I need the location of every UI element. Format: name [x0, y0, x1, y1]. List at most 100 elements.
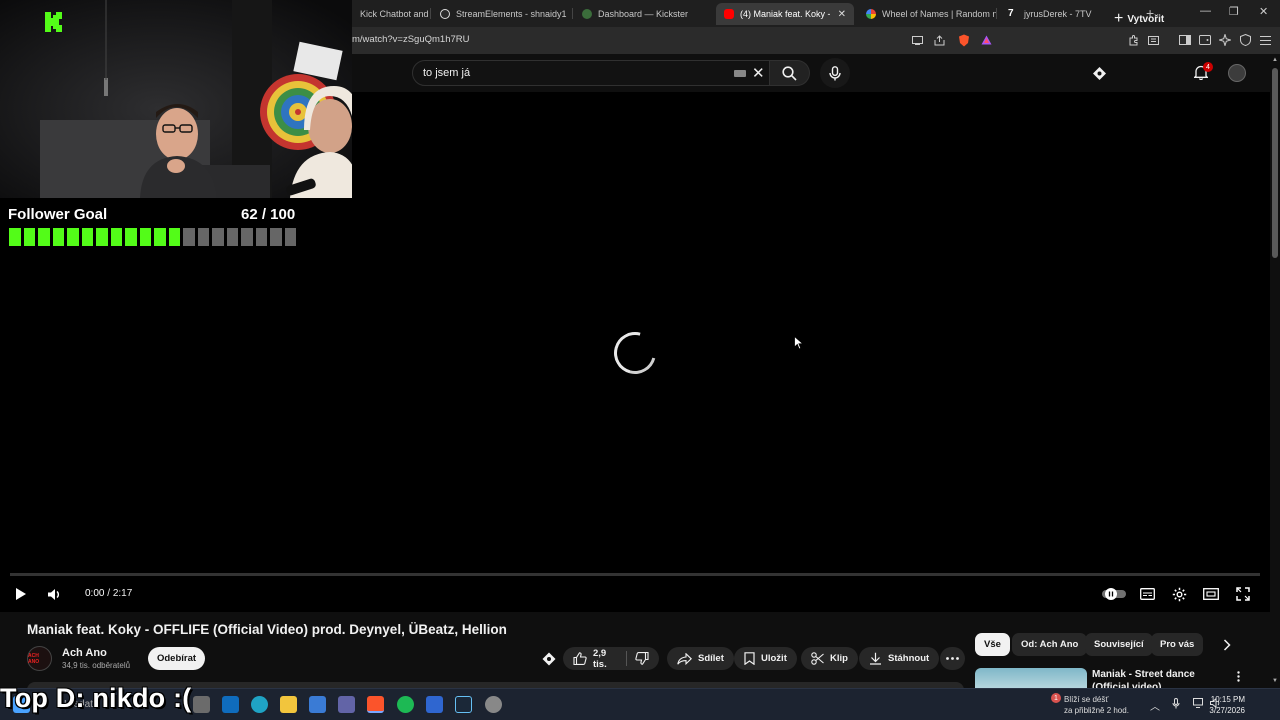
- goal-segment: [255, 228, 267, 246]
- tab-kickster-dashboard[interactable]: Dashboard — Kickster: [574, 3, 714, 25]
- extensions-icon[interactable]: [1126, 33, 1140, 47]
- follower-goal-count: 62 / 100: [241, 206, 296, 223]
- share-label: Sdílet: [698, 653, 724, 664]
- cast-to-tv-icon[interactable]: [1090, 64, 1108, 82]
- vpn-shield-icon[interactable]: [1238, 33, 1252, 47]
- page-scrollbar[interactable]: ▲ ▼: [1270, 54, 1280, 688]
- url-text[interactable]: m/watch?v=zSguQm1h7RU: [352, 34, 469, 45]
- tray-chevron-up-icon[interactable]: ︿: [1150, 698, 1160, 713]
- voice-search-button[interactable]: [820, 58, 850, 88]
- tab-streamelements[interactable]: StreamElements - shnaidy1: [432, 3, 572, 25]
- more-vertical-icon[interactable]: [1231, 669, 1245, 683]
- volume-icon: [48, 588, 59, 600]
- chip-related[interactable]: Související: [1085, 633, 1153, 656]
- chip-from-channel[interactable]: Od: Ach Ano: [1012, 633, 1088, 656]
- bookmark-icon: [744, 652, 755, 665]
- settings-button[interactable]: [1170, 585, 1188, 603]
- scroll-down-icon[interactable]: ▼: [1272, 678, 1278, 684]
- taskbar-date[interactable]: 3/27/2026: [1205, 706, 1245, 715]
- channel-name[interactable]: Ach Ano: [62, 647, 107, 659]
- edge-icon[interactable]: [251, 696, 268, 713]
- tray-mic-icon[interactable]: [1172, 698, 1180, 712]
- theater-mode-icon: [1203, 587, 1219, 600]
- account-avatar[interactable]: [1228, 64, 1246, 82]
- window-close-icon[interactable]: ✕: [1259, 5, 1268, 18]
- share-button[interactable]: Sdílet: [667, 647, 734, 670]
- keyboard-icon[interactable]: [734, 70, 746, 77]
- clear-search-icon[interactable]: ✕: [752, 64, 765, 82]
- restore-icon[interactable]: ❐: [1229, 5, 1239, 18]
- tab-7tv[interactable]: 7 jyrusDerek - 7TV: [1000, 3, 1130, 25]
- search-box[interactable]: ✕: [412, 60, 770, 86]
- channel-avatar[interactable]: ACH ANO: [27, 646, 52, 671]
- obs-icon[interactable]: [485, 696, 502, 713]
- video-progress-bar[interactable]: [10, 573, 1260, 576]
- ms-store-icon[interactable]: [309, 696, 326, 713]
- notification-count-badge: 4: [1203, 62, 1213, 72]
- goal-segment: [284, 228, 296, 246]
- menu-icon[interactable]: [1258, 33, 1272, 47]
- weather-line-2[interactable]: za přibližně 2 hod.: [1064, 706, 1129, 715]
- subscribe-button[interactable]: Odebírat: [148, 647, 205, 670]
- sidebar-toggle-icon[interactable]: [1178, 33, 1192, 47]
- chevron-right-icon[interactable]: [1219, 637, 1235, 653]
- goal-segment: [110, 228, 122, 246]
- weather-line-1[interactable]: Blíží se déšť: [1064, 695, 1108, 704]
- brave-browser-icon[interactable]: [367, 696, 384, 713]
- brave-shields-icon[interactable]: [957, 33, 971, 47]
- outlook-icon[interactable]: [222, 696, 239, 713]
- steam-icon[interactable]: [455, 696, 472, 713]
- autoplay-toggle[interactable]: [1102, 586, 1126, 601]
- minimize-icon[interactable]: —: [1200, 5, 1211, 17]
- search-input[interactable]: [423, 67, 723, 79]
- chip-all[interactable]: Vše: [975, 633, 1010, 656]
- cast-icon[interactable]: [910, 33, 924, 47]
- recommended-video-title[interactable]: Maniak - Street dance (Official video): [1092, 668, 1222, 688]
- kickster-icon: [582, 9, 592, 19]
- scroll-up-icon[interactable]: ▲: [1272, 57, 1278, 63]
- clip-button[interactable]: Klip: [801, 647, 858, 670]
- subtitles-button[interactable]: [1138, 586, 1156, 601]
- search-icon: [782, 65, 797, 81]
- app-diamond-icon[interactable]: [426, 696, 443, 713]
- tab-youtube-active[interactable]: (4) Maniak feat. Koky - OFF ✕: [716, 3, 854, 25]
- save-button[interactable]: Uložit: [734, 647, 797, 670]
- file-explorer-icon[interactable]: [280, 696, 297, 713]
- tab-label: Kick Chatbot and: [360, 9, 429, 19]
- search-button[interactable]: [770, 60, 810, 86]
- share-page-icon[interactable]: [932, 33, 946, 47]
- tray-network-icon[interactable]: [1193, 698, 1205, 711]
- subtitles-icon: [1139, 587, 1155, 600]
- spotify-icon[interactable]: [397, 696, 414, 713]
- tab-close-icon[interactable]: ✕: [838, 9, 846, 20]
- more-actions-button[interactable]: [940, 647, 965, 670]
- taskbar-time[interactable]: 10:15 PM: [1209, 695, 1245, 704]
- more-horizontal-icon: [946, 657, 959, 660]
- share-arrow-icon: [677, 652, 692, 665]
- tab-wheel-of-names[interactable]: Wheel of Names | Random nam: [858, 3, 996, 25]
- thumbs-down-icon[interactable]: [635, 652, 649, 665]
- chip-for-you[interactable]: Pro vás: [1151, 633, 1204, 656]
- thumbs-up-icon[interactable]: [573, 652, 587, 665]
- ask-ai-icon[interactable]: [540, 650, 558, 668]
- reading-list-icon[interactable]: [1146, 33, 1160, 47]
- kick-logo-icon: [45, 12, 62, 32]
- scrollbar-thumb[interactable]: [1272, 68, 1278, 258]
- video-title: Maniak feat. Koky - OFFLIFE (Official Vi…: [27, 622, 507, 637]
- task-view-icon[interactable]: [193, 696, 210, 713]
- tab-kick-chatbot[interactable]: Kick Chatbot and: [352, 3, 432, 25]
- play-button[interactable]: [12, 585, 30, 603]
- wallet-icon[interactable]: [1198, 33, 1212, 47]
- goal-segment: [96, 228, 108, 246]
- theater-mode-button[interactable]: [1202, 586, 1220, 601]
- volume-button[interactable]: [45, 585, 63, 603]
- leo-ai-icon[interactable]: [1218, 33, 1232, 47]
- create-button[interactable]: + Vytvořit: [1114, 8, 1164, 30]
- brave-rewards-icon[interactable]: [979, 33, 993, 47]
- goal-segment: [168, 228, 180, 246]
- like-count[interactable]: 2,9 tis.: [593, 648, 618, 670]
- download-button[interactable]: Stáhnout: [859, 647, 940, 670]
- teams-icon[interactable]: [338, 696, 355, 713]
- goal-segment: [183, 228, 195, 246]
- fullscreen-button[interactable]: [1234, 585, 1252, 603]
